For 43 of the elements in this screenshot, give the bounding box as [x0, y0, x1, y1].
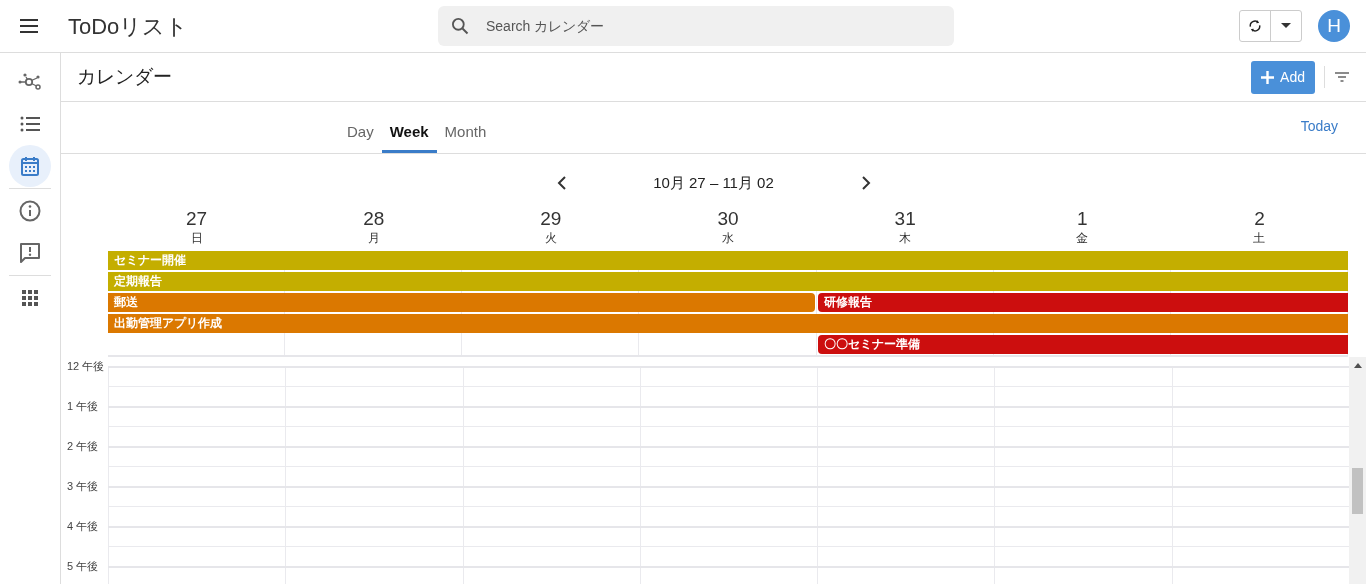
search-icon: [450, 16, 470, 36]
weekday-label: 日: [190, 230, 203, 246]
filter-icon[interactable]: [1334, 71, 1350, 83]
weekday-label: 金: [1076, 230, 1089, 246]
page-title: カレンダー: [77, 64, 172, 89]
hour-label: 2 午後: [67, 440, 100, 452]
search-field[interactable]: Search カレンダー: [438, 6, 954, 46]
event-bar[interactable]: 出勤管理アプリ作成: [108, 314, 1348, 333]
caret-icon: [1281, 23, 1291, 29]
hour-label: 1 午後: [67, 400, 100, 412]
add-button[interactable]: Add: [1251, 60, 1315, 94]
day-number: 2: [1254, 208, 1265, 230]
today-button[interactable]: Today: [1300, 116, 1338, 137]
scrollbar-thumb[interactable]: [1352, 468, 1363, 514]
day-number: 31: [894, 208, 916, 230]
scroll-up-icon[interactable]: [1353, 363, 1362, 368]
event-bar[interactable]: 〇〇セミナー準備: [817, 335, 1348, 354]
weekday-label: 火: [544, 230, 557, 246]
weekday-label: 木: [899, 230, 912, 246]
weekday-label: 月: [367, 230, 380, 246]
day-number: 30: [717, 208, 739, 230]
app-title: ToDoリスト: [68, 12, 190, 41]
hour-label: 4 午後: [67, 520, 100, 532]
hour-label: 3 午後: [67, 480, 100, 492]
search-input[interactable]: Search カレンダー: [486, 15, 942, 37]
event-bar[interactable]: 研修報告: [817, 293, 1348, 312]
sync-icon: [1247, 17, 1263, 35]
day-number: 29: [540, 208, 562, 230]
day-number: 27: [186, 208, 208, 230]
hour-label: 12 午後: [67, 360, 106, 372]
weekday-label: 土: [1253, 230, 1266, 246]
avatar[interactable]: H: [1318, 10, 1350, 42]
hour-label: 5 午後: [67, 560, 100, 572]
day-number: 1: [1077, 208, 1088, 230]
date-range: 10月 27 – 11月 02: [652, 172, 775, 193]
view-tab[interactable]: Month: [436, 115, 495, 153]
view-tab[interactable]: Day: [339, 115, 382, 153]
view-tab[interactable]: Week: [381, 115, 437, 153]
plus-icon: [1261, 70, 1275, 84]
calendar-icon[interactable]: [9, 145, 51, 187]
event-bar[interactable]: 郵送: [108, 293, 815, 312]
weekday-label: 水: [722, 230, 734, 246]
day-number: 28: [363, 208, 385, 230]
